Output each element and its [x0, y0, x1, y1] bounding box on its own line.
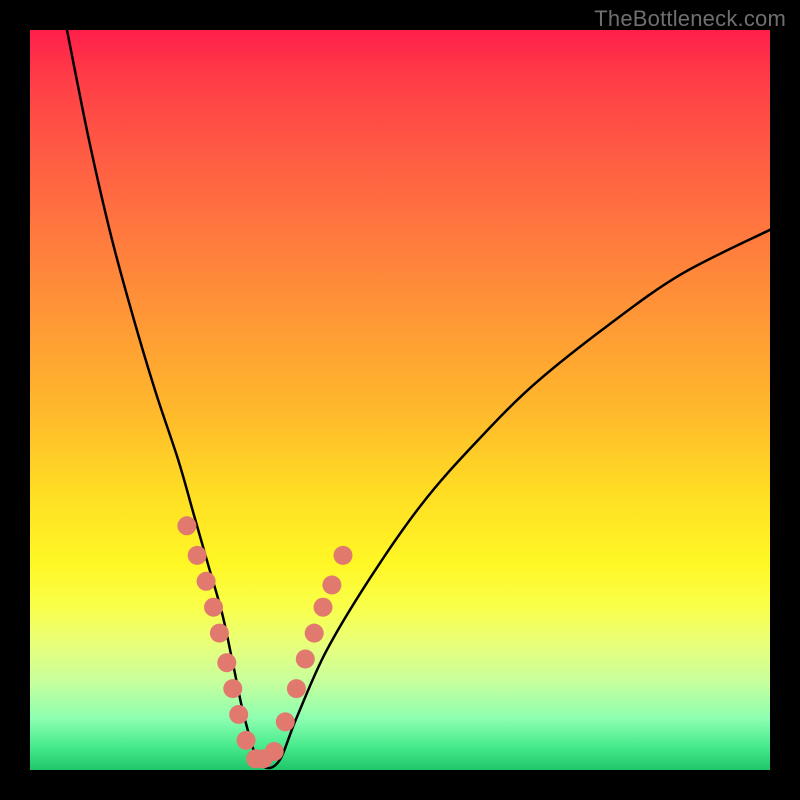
bead — [314, 598, 333, 617]
bead — [188, 546, 207, 565]
bead — [305, 624, 324, 643]
bottleneck-curve — [67, 30, 770, 768]
bead — [217, 653, 236, 672]
bead — [197, 572, 216, 591]
bead — [237, 731, 256, 750]
bead — [210, 624, 229, 643]
bead — [246, 749, 265, 768]
bead — [204, 598, 223, 617]
bead — [254, 749, 273, 768]
bead — [177, 516, 196, 535]
bead — [296, 650, 315, 669]
watermark-text: TheBottleneck.com — [594, 6, 786, 32]
bead — [229, 705, 248, 724]
bead-group — [177, 516, 352, 768]
bead — [276, 712, 295, 731]
bead — [265, 742, 284, 761]
plot-area — [30, 30, 770, 770]
bead — [223, 679, 242, 698]
bead — [287, 679, 306, 698]
curve-layer — [30, 30, 770, 770]
bead — [334, 546, 353, 565]
chart-frame: TheBottleneck.com — [0, 0, 800, 800]
bead — [322, 576, 341, 595]
